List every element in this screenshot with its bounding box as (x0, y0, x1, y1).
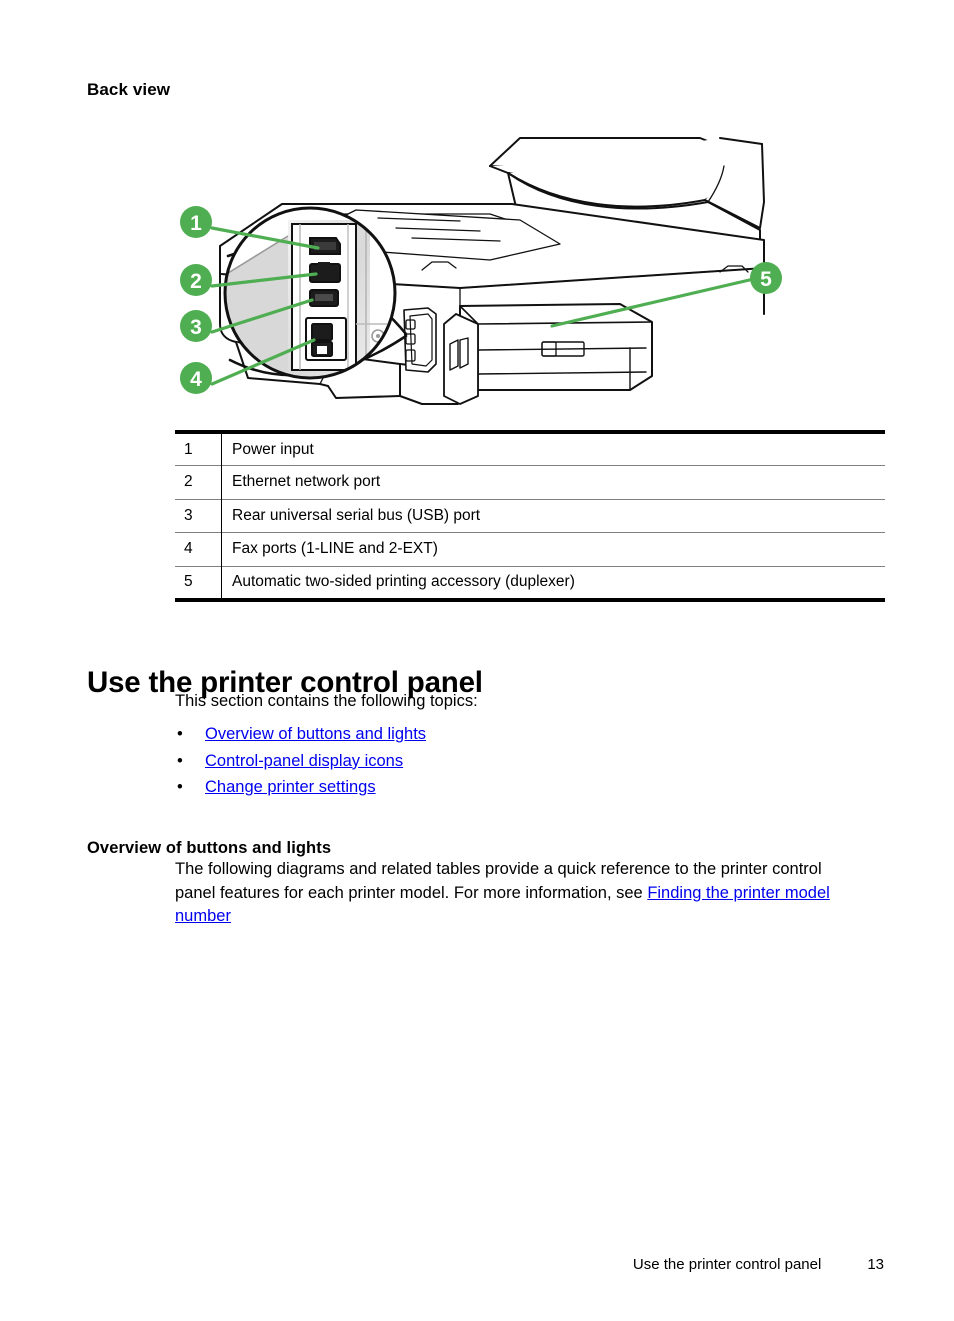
bullet-icon: • (177, 725, 183, 743)
table-row: 2 Ethernet network port (175, 465, 885, 499)
callout-3: 3 (180, 310, 212, 342)
legend-number: 3 (175, 498, 222, 533)
table-row: 5 Automatic two-sided printing accessory… (175, 565, 885, 602)
subsection-heading: Overview of buttons and lights (87, 838, 332, 857)
list-item: • Change printer settings (175, 774, 775, 801)
document-page: Back view 1 2 3 4 5 1 Power input 2 Ethe… (0, 0, 954, 1321)
legend-label: Automatic two-sided printing accessory (… (221, 565, 885, 602)
callout-4-number: 4 (190, 368, 202, 391)
legend-label: Ethernet network port (221, 465, 885, 499)
topic-link-overview-of-buttons-and-lights[interactable]: Overview of buttons and lights (205, 725, 426, 743)
list-item: • Control-panel display icons (175, 748, 775, 775)
page-footer: Use the printer control panel 13 (0, 1256, 954, 1273)
table-row: 1 Power input (175, 430, 885, 466)
legend-label: Rear universal serial bus (USB) port (221, 498, 885, 533)
table-row: 4 Fax ports (1-LINE and 2-EXT) (175, 532, 885, 566)
legend-label: Power input (221, 430, 885, 466)
callout-5: 5 (750, 262, 782, 294)
topic-link-change-printer-settings[interactable]: Change printer settings (205, 778, 376, 796)
callout-5-number: 5 (760, 268, 772, 291)
printer-back-view-figure: 1 2 3 4 5 (160, 128, 800, 408)
back-view-legend-table: 1 Power input 2 Ethernet network port 3 … (175, 430, 885, 602)
legend-label: Fax ports (1-LINE and 2-EXT) (221, 532, 885, 566)
section-intro-text: This section contains the following topi… (175, 692, 478, 710)
footer-section-label: Use the printer control panel (632, 1256, 822, 1273)
bullet-icon: • (177, 778, 183, 796)
callout-2-number: 2 (190, 270, 202, 293)
topic-link-control-panel-display-icons[interactable]: Control-panel display icons (205, 752, 403, 770)
legend-number: 5 (175, 565, 222, 602)
callout-1-number: 1 (190, 212, 202, 235)
legend-number: 2 (175, 465, 222, 499)
legend-number: 1 (175, 430, 222, 466)
page-number: 13 (867, 1256, 884, 1273)
bullet-icon: • (177, 751, 183, 770)
callout-2: 2 (180, 264, 212, 296)
table-row: 3 Rear universal serial bus (USB) port (175, 498, 885, 533)
legend-number: 4 (175, 532, 222, 566)
callout-1: 1 (180, 206, 212, 238)
topics-list: • Overview of buttons and lights • Contr… (175, 721, 775, 801)
callout-3-number: 3 (190, 316, 202, 339)
list-item: • Overview of buttons and lights (175, 721, 775, 748)
back-view-heading: Back view (87, 80, 171, 99)
callout-4: 4 (180, 362, 212, 394)
subsection-paragraph: The following diagrams and related table… (175, 858, 865, 929)
